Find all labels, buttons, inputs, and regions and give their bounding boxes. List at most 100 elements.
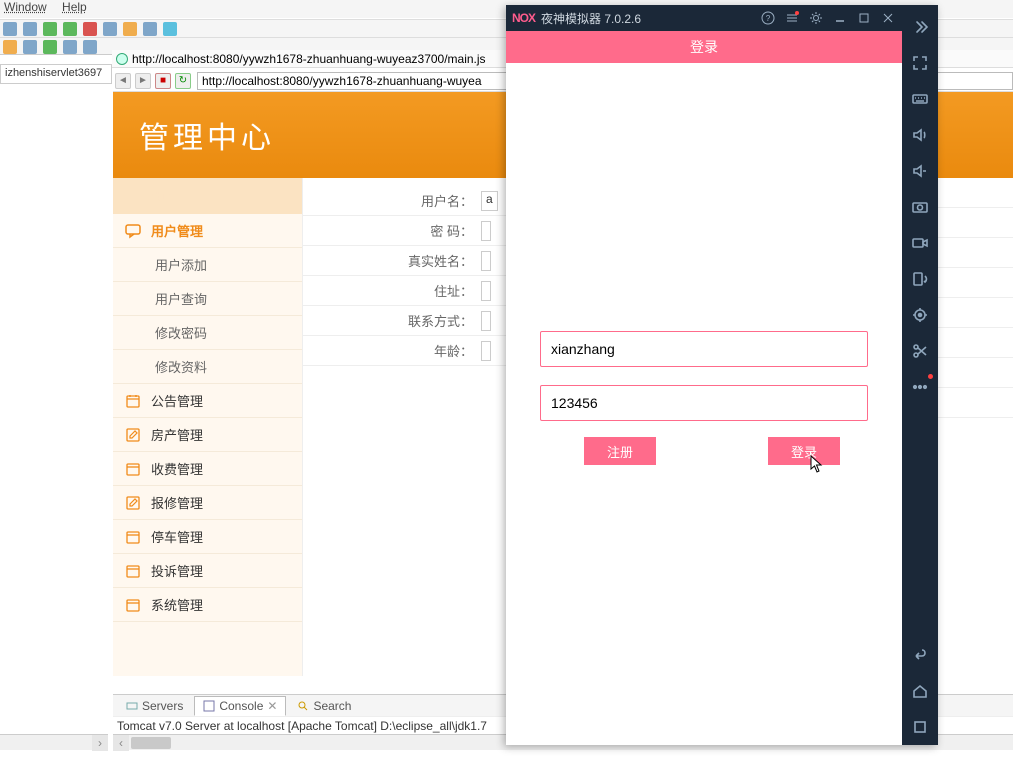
tab-label: Search	[313, 699, 351, 713]
login-header: 登录	[506, 31, 902, 63]
right-page-slice	[938, 92, 1013, 676]
keyboard-icon[interactable]	[908, 87, 932, 111]
tb-icon[interactable]	[163, 22, 177, 36]
back-icon[interactable]	[908, 643, 932, 667]
maximize-icon[interactable]	[856, 10, 872, 26]
forward-icon[interactable]: ►	[135, 73, 151, 89]
nav-change-profile[interactable]: 修改资料	[113, 350, 302, 384]
tab-label: Console	[219, 699, 263, 713]
nav-title: 导航菜单	[113, 178, 302, 214]
nav-label: 停车管理	[151, 527, 203, 546]
nav-user-add[interactable]: 用户添加	[113, 248, 302, 282]
nav-fees[interactable]: 收费管理	[113, 452, 302, 486]
rotate-icon[interactable]	[908, 267, 932, 291]
field-address[interactable]	[481, 281, 491, 301]
nav-user-query[interactable]: 用户查询	[113, 282, 302, 316]
nav-user-manage[interactable]: 用户管理	[113, 214, 302, 248]
field-username[interactable]: a	[481, 191, 498, 211]
tb-icon[interactable]	[43, 40, 57, 54]
refresh-icon[interactable]: ↻	[175, 73, 191, 89]
close-icon[interactable]	[880, 10, 896, 26]
field-password[interactable]	[481, 221, 491, 241]
scroll-thumb[interactable]	[131, 737, 171, 749]
screenshot-icon[interactable]	[908, 195, 932, 219]
login-username-input[interactable]	[540, 331, 868, 367]
svg-text:?: ?	[766, 14, 771, 23]
tb-icon[interactable]	[23, 40, 37, 54]
stop-icon[interactable]	[83, 22, 97, 36]
nav-change-password[interactable]: 修改密码	[113, 316, 302, 350]
tb-icon[interactable]	[3, 40, 17, 54]
tab-console[interactable]: Console ✕	[194, 696, 286, 716]
run-icon[interactable]	[43, 22, 57, 36]
tb-icon[interactable]	[103, 22, 117, 36]
close-icon[interactable]: ✕	[267, 699, 277, 713]
collapse-icon[interactable]	[908, 15, 932, 39]
tb-icon[interactable]	[63, 40, 77, 54]
login-password-input[interactable]	[540, 385, 868, 421]
page-title: 管理中心	[139, 113, 275, 157]
menu-icon[interactable]	[784, 10, 800, 26]
tb-icon[interactable]	[23, 22, 37, 36]
sidebar: 导航菜单 用户管理 用户添加 用户查询 修改密码 修改资料 公告管理 房产管理 …	[113, 178, 303, 676]
nav-label: 公告管理	[151, 391, 203, 410]
volume-down-icon[interactable]	[908, 159, 932, 183]
edit-icon	[125, 495, 141, 511]
scissors-icon[interactable]	[908, 339, 932, 363]
calendar-icon	[125, 597, 141, 613]
nox-titlebar[interactable]: NOX 夜神模拟器 7.0.2.6 ?	[506, 5, 902, 31]
record-icon[interactable]	[908, 231, 932, 255]
fullscreen-icon[interactable]	[908, 51, 932, 75]
calendar-icon	[125, 461, 141, 477]
menu-window[interactable]: Window	[4, 0, 47, 14]
tab-label: Servers	[142, 699, 183, 713]
globe-icon	[116, 53, 128, 65]
login-body: 注册 登录	[506, 63, 902, 745]
location-icon[interactable]	[908, 303, 932, 327]
home-icon[interactable]	[908, 679, 932, 703]
label-age: 年龄：	[303, 341, 481, 360]
help-icon[interactable]: ?	[760, 10, 776, 26]
label-contact: 联系方式：	[303, 311, 481, 330]
volume-up-icon[interactable]	[908, 123, 932, 147]
nox-screen: NOX 夜神模拟器 7.0.2.6 ? 登录 注册 登录	[506, 5, 902, 745]
tab-search[interactable]: Search	[288, 696, 360, 716]
nav-complaint[interactable]: 投诉管理	[113, 554, 302, 588]
nav-property[interactable]: 房产管理	[113, 418, 302, 452]
minimize-icon[interactable]	[832, 10, 848, 26]
nav-label: 系统管理	[151, 595, 203, 614]
calendar-icon	[125, 529, 141, 545]
tb-icon[interactable]	[3, 22, 17, 36]
field-realname[interactable]	[481, 251, 491, 271]
calendar-icon	[125, 393, 141, 409]
menu-help[interactable]: Help	[62, 0, 87, 14]
nav-repair[interactable]: 报修管理	[113, 486, 302, 520]
field-age[interactable]	[481, 341, 491, 361]
run-icon[interactable]	[63, 22, 77, 36]
calendar-icon	[125, 563, 141, 579]
label-address: 住址：	[303, 281, 481, 300]
tb-icon[interactable]	[83, 40, 97, 54]
scroll-left-icon[interactable]: ‹	[113, 735, 129, 751]
login-button[interactable]: 登录	[768, 437, 840, 465]
tb-icon[interactable]	[123, 22, 137, 36]
tb-icon[interactable]	[143, 22, 157, 36]
tab-servers[interactable]: Servers	[117, 696, 192, 716]
scroll-right-icon[interactable]: ›	[92, 735, 108, 751]
hscrollbar-left[interactable]: ›	[0, 734, 108, 750]
nav-label: 投诉管理	[151, 561, 203, 580]
settings-icon[interactable]	[808, 10, 824, 26]
recent-icon[interactable]	[908, 715, 932, 739]
back-icon[interactable]: ◄	[115, 73, 131, 89]
more-icon[interactable]	[908, 375, 932, 399]
chat-icon	[125, 223, 141, 239]
editor-tab[interactable]: izhenshiservlet3697	[0, 64, 112, 84]
label-realname: 真实姓名：	[303, 251, 481, 270]
nav-announcement[interactable]: 公告管理	[113, 384, 302, 418]
stop-icon[interactable]: ■	[155, 73, 171, 89]
nav-parking[interactable]: 停车管理	[113, 520, 302, 554]
nav-system[interactable]: 系统管理	[113, 588, 302, 622]
register-button[interactable]: 注册	[584, 437, 656, 465]
field-contact[interactable]	[481, 311, 491, 331]
edit-icon	[125, 427, 141, 443]
